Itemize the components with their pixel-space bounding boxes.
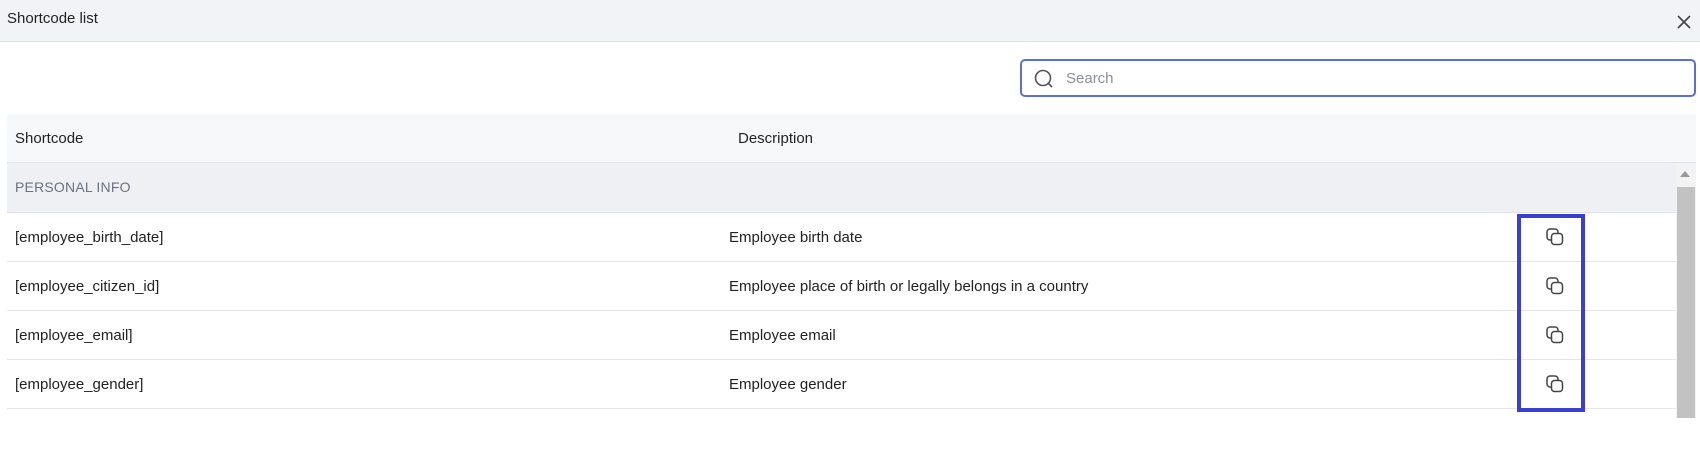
copy-icon: [1546, 326, 1564, 344]
table-body: PERSONAL INFO [employee_birth_date] Empl…: [7, 163, 1676, 468]
copy-icon: [1546, 277, 1564, 295]
shortcode-cell: [employee_email]: [15, 327, 133, 344]
column-header-description: Description: [738, 130, 814, 147]
description-cell: Employee gender: [729, 376, 847, 393]
copy-button[interactable]: [1544, 373, 1566, 395]
search-icon: [1034, 69, 1053, 88]
shortcode-cell: [employee_birth_date]: [15, 229, 164, 246]
copy-icon: [1546, 375, 1564, 393]
scroll-up-arrow-icon[interactable]: [1680, 171, 1690, 177]
scrollbar-thumb[interactable]: [1677, 187, 1695, 418]
table-header: Shortcode Description: [7, 114, 1696, 163]
dialog-title: Shortcode list: [7, 10, 98, 27]
table-row: [employee_gender] Employee gender: [7, 360, 1676, 409]
copy-button[interactable]: [1544, 275, 1566, 297]
copy-button[interactable]: [1544, 324, 1566, 346]
copy-icon: [1546, 228, 1564, 246]
group-label: PERSONAL INFO: [15, 179, 131, 195]
search-box: [1020, 59, 1696, 97]
shortcode-cell: [employee_citizen_id]: [15, 278, 160, 295]
close-icon: [1677, 15, 1691, 29]
column-header-shortcode: Shortcode: [15, 130, 84, 147]
close-button[interactable]: [1674, 12, 1694, 32]
table-row: [employee_birth_date] Employee birth dat…: [7, 213, 1676, 262]
table-row: [employee_citizen_id] Employee place of …: [7, 262, 1676, 311]
description-cell: Employee place of birth or legally belon…: [729, 278, 1089, 295]
copy-button[interactable]: [1544, 226, 1566, 248]
table-row: [employee_email] Employee email: [7, 311, 1676, 360]
search-input[interactable]: [1066, 61, 1686, 95]
group-row-personal-info: PERSONAL INFO: [7, 163, 1676, 213]
description-cell: Employee birth date: [729, 229, 863, 246]
dialog-header: Shortcode list: [0, 0, 1700, 42]
shortcode-cell: [employee_gender]: [15, 376, 144, 393]
vertical-scrollbar[interactable]: [1676, 163, 1696, 418]
description-cell: Employee email: [729, 327, 836, 344]
